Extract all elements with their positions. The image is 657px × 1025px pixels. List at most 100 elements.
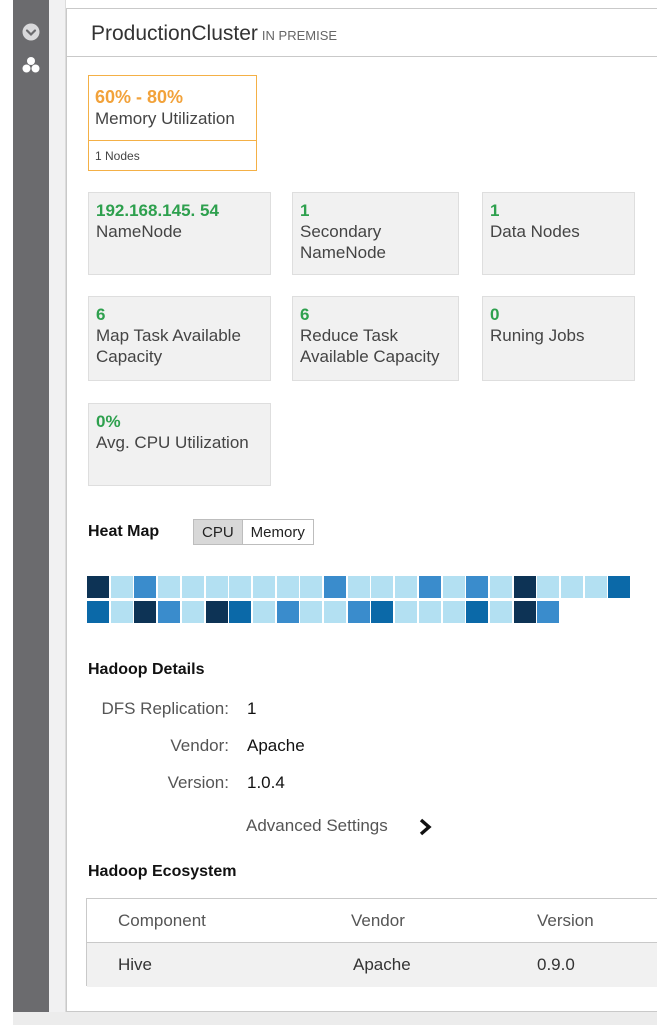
heat-map-cell[interactable]	[110, 601, 133, 623]
heat-map-cell[interactable]	[489, 601, 512, 623]
column-header-vendor: Vendor	[351, 911, 405, 930]
heat-map-cell[interactable]	[537, 601, 560, 623]
heat-map-cell[interactable]	[300, 601, 323, 623]
reduce-task-label: Reduce Task Available Capacity	[300, 326, 440, 366]
cluster-tag: IN PREMISE	[261, 28, 338, 43]
heat-map-cell[interactable]	[205, 576, 228, 598]
heat-map-cell[interactable]	[347, 576, 370, 598]
toggle-memory[interactable]: Memory	[242, 520, 313, 544]
data-nodes-label: Data Nodes	[490, 222, 580, 241]
heat-map-cell[interactable]	[134, 576, 157, 598]
namenode-label: NameNode	[96, 222, 182, 241]
heat-map-cell[interactable]	[252, 576, 275, 598]
table-header-row: Component Vendor Version	[87, 899, 657, 943]
memory-utilization-tile[interactable]: 60% - 80% Memory Utilization 1 Nodes	[88, 75, 257, 171]
reduce-task-value: 6	[300, 305, 310, 324]
heat-map-cell[interactable]	[466, 601, 489, 623]
heat-map-cell[interactable]	[276, 576, 299, 598]
chevron-right-icon[interactable]	[418, 818, 432, 836]
running-jobs-value: 0	[490, 305, 500, 324]
cpu-label: Avg. CPU Utilization	[96, 433, 249, 452]
heat-map-cell[interactable]	[347, 601, 370, 623]
heat-map-cell[interactable]	[87, 601, 109, 623]
vendor-value: Apache	[247, 736, 305, 755]
heat-map-cell[interactable]	[561, 576, 583, 598]
heat-map-cell[interactable]	[324, 576, 346, 598]
heat-map-cell[interactable]	[584, 576, 607, 598]
heat-map-title: Heat Map	[88, 523, 160, 540]
dfs-replication-label: DFS Replication:	[101, 699, 229, 718]
dfs-replication-value: 1	[247, 699, 257, 718]
ecosystem-table: Component Vendor Version Hive Apache 0.9…	[86, 898, 657, 987]
version-cell: 0.9.0	[537, 955, 575, 974]
cluster-icon[interactable]	[22, 56, 40, 74]
namenode-value: 192.168.145. 54	[96, 201, 219, 220]
heat-map-cell[interactable]	[418, 576, 441, 598]
heat-map-cell[interactable]	[181, 601, 204, 623]
heat-map-cell[interactable]	[395, 576, 418, 598]
version-value: 1.0.4	[247, 773, 285, 792]
heat-map-cell[interactable]	[442, 576, 465, 598]
data-nodes-tile[interactable]: 1 Data Nodes	[482, 192, 635, 275]
panel-header: ProductionCluster IN PREMISE	[67, 9, 657, 57]
map-task-tile[interactable]: 6 Map Task Available Capacity	[88, 296, 271, 381]
reduce-task-tile[interactable]: 6 Reduce Task Available Capacity	[292, 296, 459, 381]
heat-map-cell[interactable]	[418, 601, 441, 623]
heat-map-cell[interactable]	[489, 576, 512, 598]
heat-map-cell[interactable]	[513, 576, 536, 598]
heat-map-cell[interactable]	[181, 576, 204, 598]
heat-map-cell[interactable]	[395, 601, 418, 623]
advanced-settings-link[interactable]: Advanced Settings	[246, 816, 388, 836]
heat-map-cell[interactable]	[205, 601, 228, 623]
bottom-strip	[13, 1012, 657, 1025]
heat-map-cell[interactable]	[513, 601, 536, 623]
collapse-chevron-icon[interactable]	[22, 23, 40, 41]
gutter	[49, 0, 66, 1012]
running-jobs-label: Runing Jobs	[490, 326, 585, 345]
memory-label: Memory Utilization	[95, 109, 235, 128]
secondary-namenode-label: Secondary NameNode	[300, 222, 386, 262]
heat-map-grid	[87, 576, 637, 626]
heat-map-toggle: CPU Memory	[193, 519, 314, 545]
running-jobs-tile[interactable]: 0 Runing Jobs	[482, 296, 635, 381]
memory-value: 60% - 80%	[95, 87, 184, 107]
heat-map-cell[interactable]	[608, 576, 631, 598]
vendor-label: Vendor:	[170, 736, 229, 755]
map-task-label: Map Task Available Capacity	[96, 326, 241, 366]
heat-map-cell[interactable]	[110, 576, 133, 598]
heat-map-cell[interactable]	[134, 601, 157, 623]
heat-map-cell[interactable]	[466, 576, 489, 598]
hadoop-ecosystem-title: Hadoop Ecosystem	[88, 863, 237, 880]
heat-map-cell[interactable]	[300, 576, 323, 598]
component-cell: Hive	[118, 955, 153, 974]
heat-map-cell[interactable]	[371, 601, 394, 623]
heat-map-cell[interactable]	[229, 601, 252, 623]
column-header-version: Version	[537, 911, 594, 930]
heat-map-cell[interactable]	[324, 601, 346, 623]
cluster-name: ProductionCluster	[91, 22, 258, 45]
map-task-value: 6	[96, 305, 106, 324]
heat-map-cell[interactable]	[252, 601, 275, 623]
data-nodes-value: 1	[490, 201, 500, 220]
heat-map-cell[interactable]	[276, 601, 299, 623]
secondary-namenode-value: 1	[300, 201, 310, 220]
toggle-cpu[interactable]: CPU	[194, 520, 243, 544]
heat-map-cell[interactable]	[442, 601, 465, 623]
heat-map-cell[interactable]	[229, 576, 252, 598]
vendor-cell: Apache	[353, 955, 411, 974]
version-label: Version:	[167, 773, 229, 792]
cpu-utilization-tile[interactable]: 0% Avg. CPU Utilization	[88, 403, 271, 486]
hadoop-details-title: Hadoop Details	[88, 661, 205, 678]
table-row[interactable]: Hive Apache 0.9.0	[87, 943, 657, 987]
cpu-value: 0%	[96, 412, 121, 431]
heat-map-cell[interactable]	[537, 576, 560, 598]
secondary-namenode-tile[interactable]: 1 Secondary NameNode	[292, 192, 459, 275]
column-header-component: Component	[118, 911, 206, 930]
heat-map-cell[interactable]	[158, 576, 181, 598]
heat-map-cell[interactable]	[158, 601, 181, 623]
heat-map-cell[interactable]	[371, 576, 394, 598]
heat-map-cell[interactable]	[87, 576, 109, 598]
memory-nodes: 1 Nodes	[89, 140, 256, 163]
left-rail	[13, 0, 49, 1012]
namenode-tile[interactable]: 192.168.145. 54 NameNode	[88, 192, 271, 275]
